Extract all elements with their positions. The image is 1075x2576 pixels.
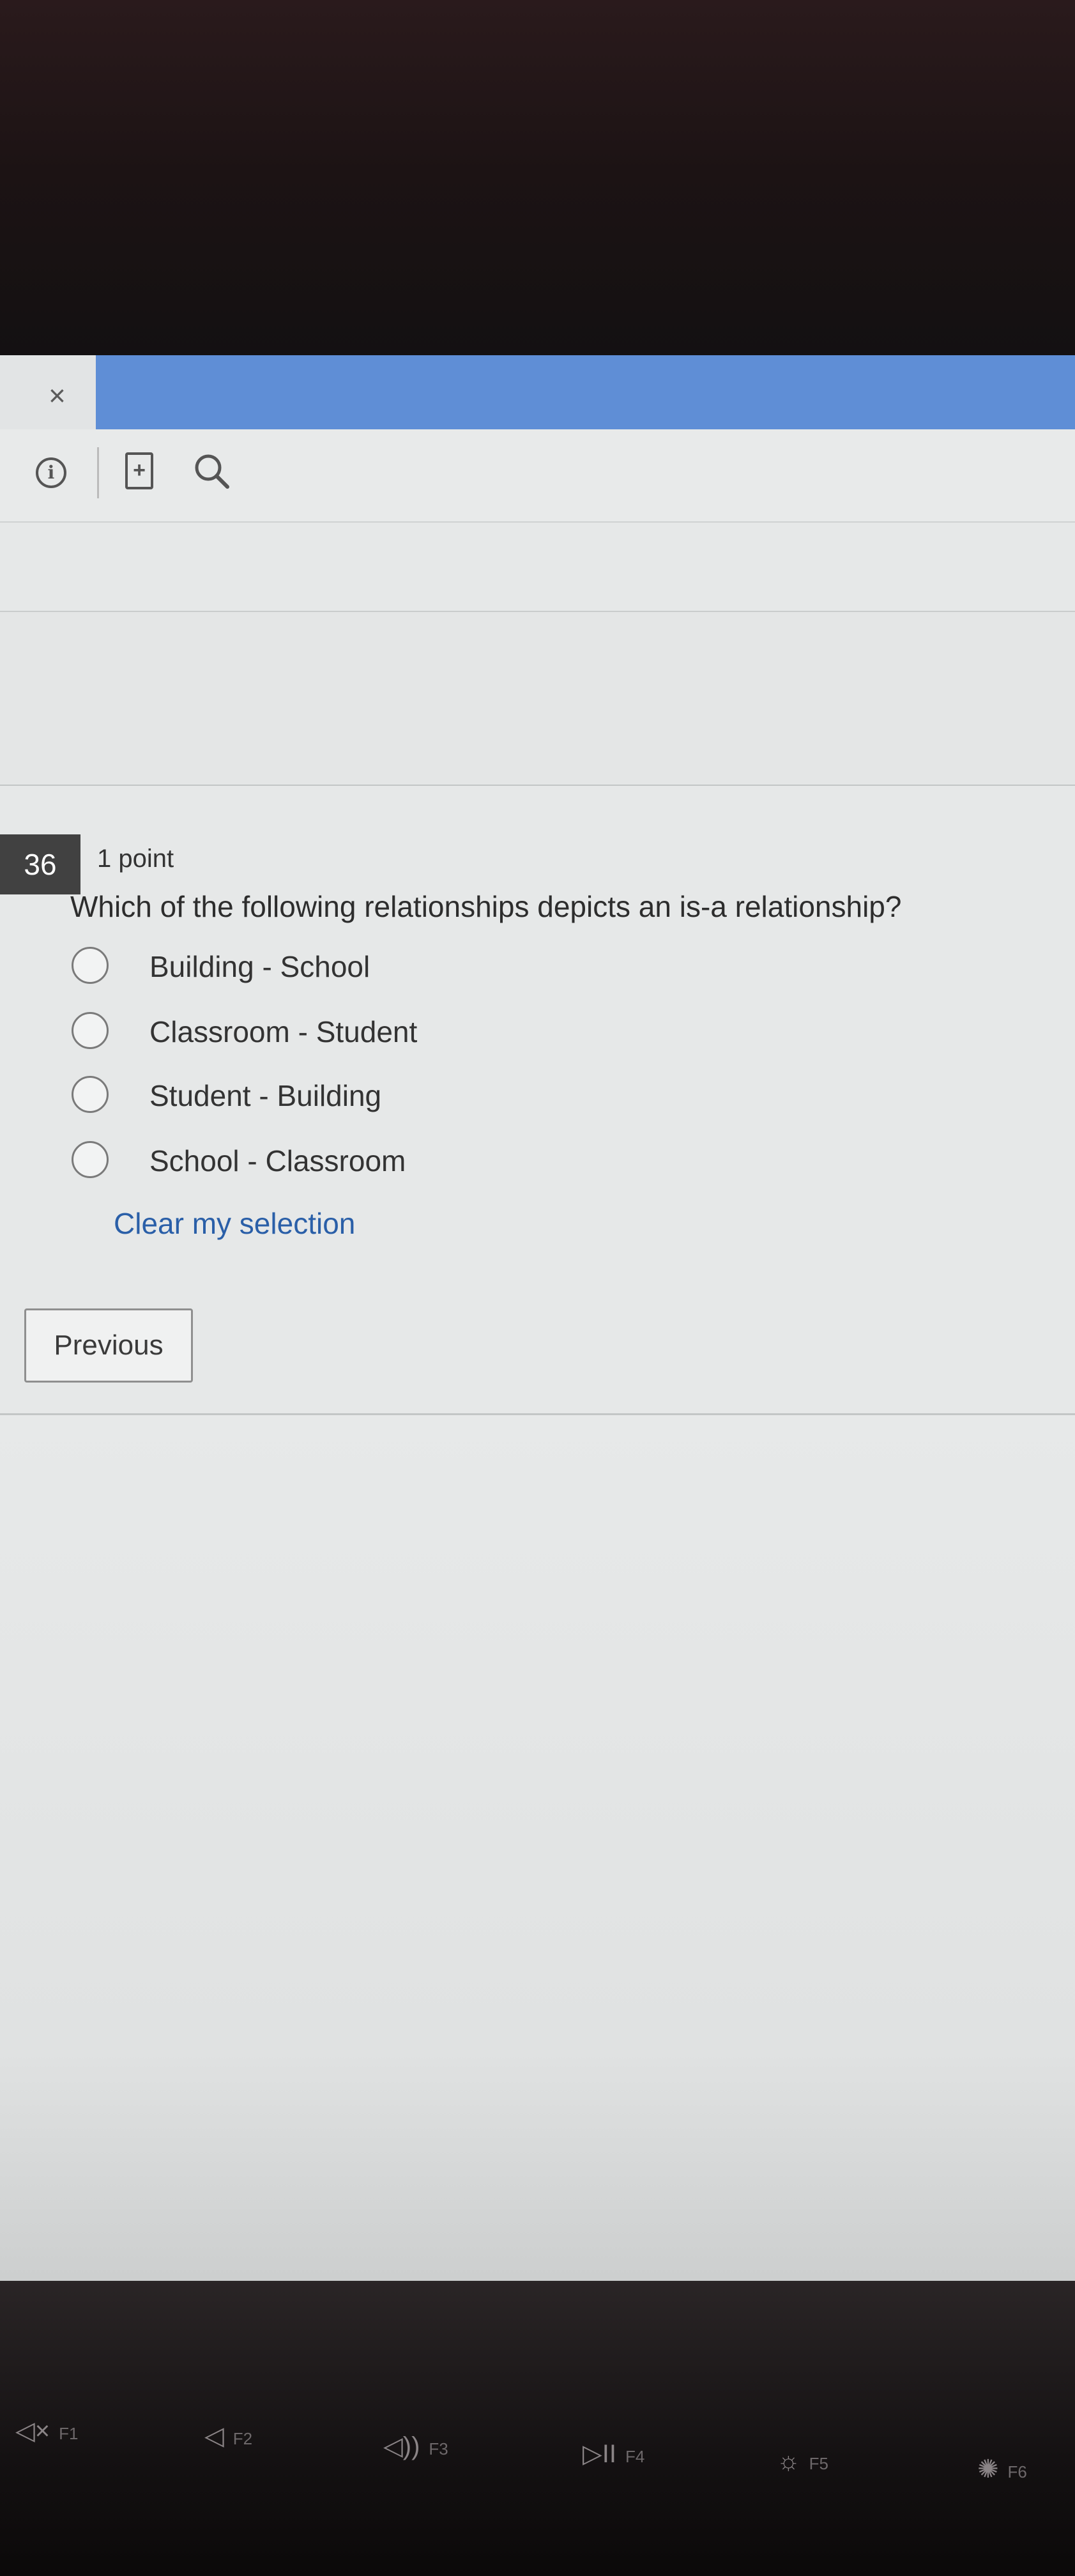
info-icon[interactable]: i bbox=[36, 457, 66, 488]
option-label: Student - Building bbox=[149, 1079, 382, 1112]
volume-up-key-icon: ◁)) F3 bbox=[383, 2432, 448, 2460]
radio-button[interactable] bbox=[72, 1012, 109, 1049]
question-text: Which of the following relationships dep… bbox=[70, 890, 902, 923]
section-divider bbox=[0, 1413, 1075, 1415]
option-building-school[interactable]: Building - School bbox=[72, 943, 838, 988]
brightness-down-key-icon: ☼ F5 bbox=[777, 2447, 829, 2475]
search-icon[interactable] bbox=[192, 451, 231, 491]
option-classroom-student[interactable]: Classroom - Student bbox=[72, 1008, 838, 1053]
close-icon[interactable]: × bbox=[49, 381, 66, 410]
option-school-classroom[interactable]: School - Classroom bbox=[72, 1137, 838, 1182]
previous-button[interactable]: Previous bbox=[24, 1308, 193, 1383]
toolbar bbox=[0, 429, 1075, 523]
tab-strip bbox=[96, 355, 1075, 429]
option-label: Building - School bbox=[149, 950, 370, 983]
mute-key-icon: ◁× F1 bbox=[15, 2417, 79, 2445]
radio-button[interactable] bbox=[72, 947, 109, 984]
toolbar-divider bbox=[97, 447, 99, 498]
radio-button[interactable] bbox=[72, 1141, 109, 1178]
option-label: Classroom - Student bbox=[149, 1015, 418, 1048]
question-number: 36 bbox=[0, 834, 80, 894]
option-label: School - Classroom bbox=[149, 1144, 406, 1177]
clear-selection-link[interactable]: Clear my selection bbox=[114, 1206, 355, 1241]
keyboard-row: ◁× F1 ◁ F2 ◁)) F3 ▷II F4 ☼ F5 ✺ F6 bbox=[0, 2281, 1075, 2576]
brightness-up-key-icon: ✺ F6 bbox=[977, 2455, 1027, 2483]
background-top bbox=[0, 0, 1075, 383]
header-band bbox=[0, 611, 1075, 786]
option-student-building[interactable]: Student - Building bbox=[72, 1072, 838, 1117]
radio-button[interactable] bbox=[72, 1076, 109, 1113]
browser-screen: × i + 36 1 point Which of the following … bbox=[0, 355, 1075, 2323]
empty-content-area bbox=[0, 1416, 1075, 2323]
play-pause-key-icon: ▷II F4 bbox=[583, 2440, 645, 2468]
question-points: 1 point bbox=[97, 845, 174, 873]
add-document-icon[interactable]: + bbox=[125, 452, 153, 489]
volume-down-key-icon: ◁ F2 bbox=[204, 2422, 253, 2450]
